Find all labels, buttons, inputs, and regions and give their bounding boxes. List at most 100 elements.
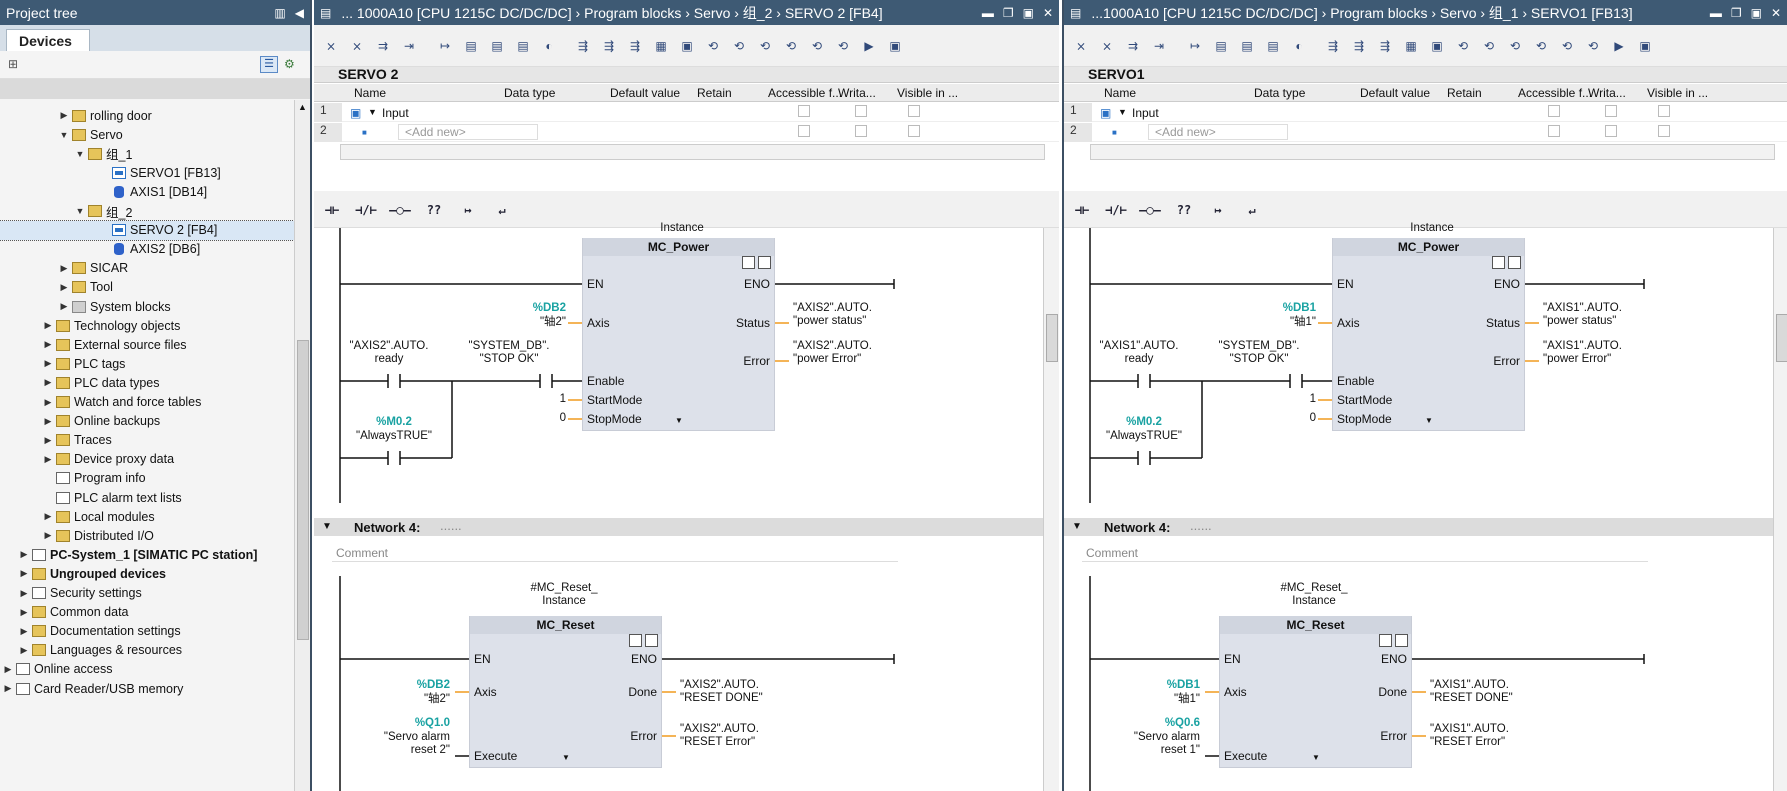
toolbar-button-icon[interactable]: ▦ [652,37,670,55]
checkbox[interactable] [1658,125,1670,137]
toolbar-button-icon[interactable]: ⇉ [374,37,392,55]
toolbar-button-icon[interactable]: ⨯ [1072,37,1090,55]
toolbar-button-icon[interactable]: ▤ [514,37,532,55]
toolbar-button-icon[interactable]: ⟲ [834,37,852,55]
ready-contact-label[interactable]: "AXIS1".AUTO. ready [1084,340,1194,366]
column-header[interactable]: Default value [1360,86,1430,100]
checkbox[interactable] [1605,125,1617,137]
toolbar-button-icon[interactable]: ⇶ [1376,37,1394,55]
stopmode-value[interactable]: 0 [1302,412,1316,425]
tree-item[interactable]: ▶ Watch and force tables [0,393,294,412]
toolbar-button-icon[interactable]: ▤ [1238,37,1256,55]
tree-item[interactable]: ▶ External source files [0,335,294,354]
toolbar-button-icon[interactable]: ⇶ [1350,37,1368,55]
tree-item[interactable]: ▶ Tool [0,278,294,297]
expand-arrow-icon[interactable]: ▶ [42,358,54,369]
tree-item[interactable]: AXIS1 [DB14] [0,182,294,201]
checkbox[interactable] [908,105,920,117]
alwaystrue-label[interactable]: "AlwaysTRUE" [1094,430,1194,443]
expand-block-icon[interactable]: ▼ [1312,753,1320,762]
block-help-icon[interactable] [1508,256,1521,269]
db-operand[interactable]: %DB2 [512,302,566,315]
expand-arrow-icon[interactable]: ▼ [74,206,86,216]
m02-operand[interactable]: %M0.2 [344,416,444,429]
toolbar-button-icon[interactable]: ⟲ [808,37,826,55]
toolbar-button-icon[interactable]: ⟲ [1454,37,1472,55]
tab-devices[interactable]: Devices [6,29,90,51]
block-view-icon[interactable] [629,634,642,647]
tree-item[interactable]: ▶ Card Reader/USB memory [0,679,294,698]
column-header[interactable]: Visible in ... [897,86,958,100]
toolbar-button-icon[interactable]: ▣ [678,37,696,55]
done-operand[interactable]: "AXIS1".AUTO. "RESET DONE" [1430,679,1540,705]
tree-item[interactable]: ▶ Local modules [0,507,294,526]
tree-item[interactable]: ▶ Online backups [0,412,294,431]
add-device-icon[interactable]: ⊞ [8,57,18,71]
q-name-operand[interactable]: "Servo alarm reset 2" [354,731,450,757]
toolbar-button-icon[interactable]: ◐ [540,37,558,55]
close-icon[interactable]: ✕ [1771,6,1781,20]
add-new-field[interactable]: <Add new> [398,124,538,140]
tree-item[interactable]: ▶ rolling door [0,106,294,125]
collapse-network-icon[interactable]: ▼ [322,521,332,532]
tree-item[interactable]: PLC alarm text lists [0,488,294,507]
ladder-scroll-thumb[interactable] [1776,314,1787,362]
db-operand[interactable]: %DB1 [1262,302,1316,315]
toolbar-button-icon[interactable]: ⨯ [1098,37,1116,55]
network-4-header[interactable]: ▼ Network 4:...... [1064,518,1787,536]
tree-item[interactable]: Program info [0,469,294,488]
ladder-element-button[interactable]: ↵ [490,201,514,219]
axis-operand[interactable]: "轴2" [370,693,450,706]
toolbar-button-icon[interactable]: ▦ [1402,37,1420,55]
toolbar-button-icon[interactable]: ⟲ [782,37,800,55]
toolbar-button-icon[interactable]: ▣ [1428,37,1446,55]
expand-arrow-icon[interactable]: ▶ [42,377,54,388]
mc-power-block[interactable]: MC_Power EN ENO Axis Status Error Enable StartM… [582,238,775,431]
collapse-icon[interactable]: ◀ [295,6,304,20]
network-4-header[interactable]: ▼ Network 4:...... [314,518,1059,536]
checkbox[interactable] [1605,105,1617,117]
expand-arrow-icon[interactable]: ▶ [18,588,30,599]
checkbox[interactable] [798,105,810,117]
column-header[interactable]: Writa... [838,86,876,100]
expand-arrow-icon[interactable]: ▶ [2,683,14,694]
checkbox[interactable] [855,125,867,137]
expand-arrow-icon[interactable]: ▶ [18,549,30,560]
column-header[interactable]: Default value [610,86,680,100]
column-header[interactable]: Retain [1447,86,1482,100]
expand-arrow-icon[interactable]: ▼ [58,130,70,140]
network-4-title-field[interactable]: ...... [1190,518,1212,533]
toolbar-button-icon[interactable]: ⟲ [1480,37,1498,55]
expand-arrow-icon[interactable]: ▶ [58,301,70,312]
collapse-network-icon[interactable]: ▼ [1072,521,1082,532]
startmode-value[interactable]: 1 [1302,393,1316,406]
checkbox[interactable] [798,125,810,137]
error-operand[interactable]: "AXIS2".AUTO. "power Error" [793,340,903,366]
tree-item[interactable]: AXIS2 [DB6] [0,240,294,259]
expand-arrow-icon[interactable]: ▶ [58,263,70,274]
column-header[interactable]: Accessible f... [768,86,842,100]
axis-operand[interactable]: "轴1" [1242,316,1316,329]
expand-arrow-icon[interactable]: ▶ [18,645,30,656]
network-comment-field[interactable]: Comment [332,542,898,562]
checkbox[interactable] [1548,125,1560,137]
expand-arrow-icon[interactable]: ▶ [18,626,30,637]
block-view-icon[interactable] [742,256,755,269]
expand-arrow-icon[interactable]: ▶ [42,435,54,446]
tree-item[interactable]: ▼ Servo [0,125,294,144]
toolbar-button-icon[interactable]: ◐ [1290,37,1308,55]
interface-row-input[interactable]: 1 ▣ ▼ Input [314,103,1059,122]
axis-operand[interactable]: "轴2" [492,316,566,329]
minimize-icon[interactable]: ▬ [982,6,994,20]
ladder-element-button[interactable]: ⊣⊢ [1070,201,1094,219]
toolbar-button-icon[interactable]: ⇶ [1324,37,1342,55]
float-icon[interactable]: ▣ [1023,6,1034,20]
tree-item[interactable]: ▼ 组_2 [0,202,294,221]
expand-arrow-icon[interactable]: ▶ [42,454,54,465]
checkbox[interactable] [1658,105,1670,117]
expand-arrow-icon[interactable]: ▶ [42,397,54,408]
ladder-element-button[interactable]: ?? [422,201,446,219]
axis-operand[interactable]: "轴1" [1120,693,1200,706]
block-help-icon[interactable] [645,634,658,647]
scroll-up-arrow[interactable]: ▲ [298,102,307,112]
